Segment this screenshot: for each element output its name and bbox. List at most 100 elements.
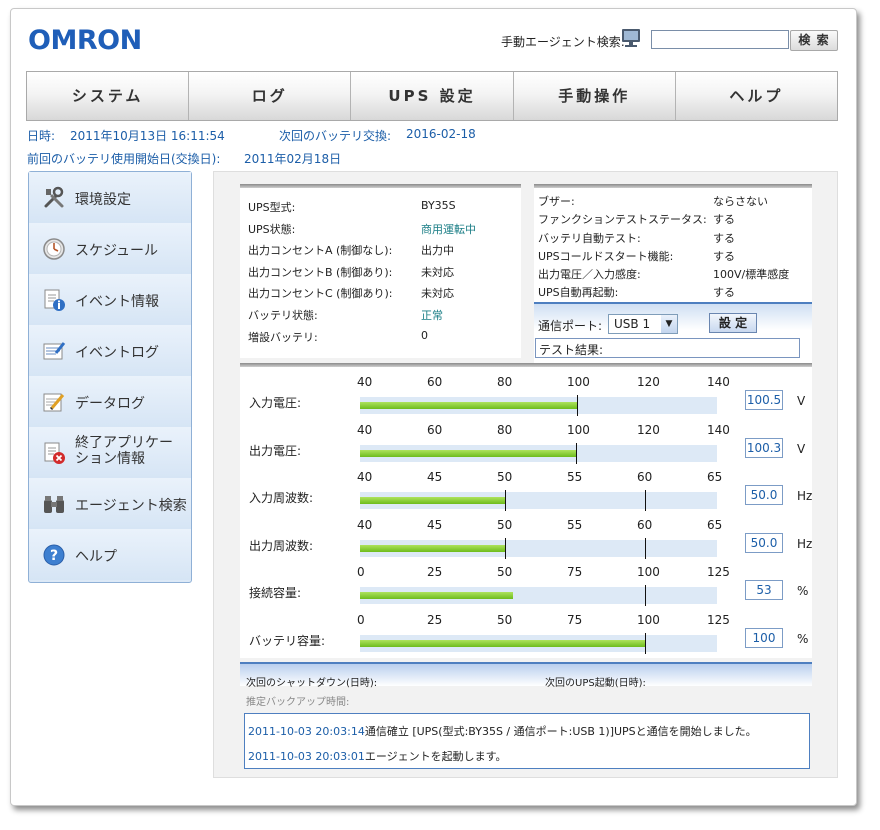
tools-icon [44,186,64,208]
meter-label: 接続容量: [249,586,302,600]
meter-marker [645,585,646,606]
meter-tick-label: 45 [427,470,443,484]
sidebar-item-event-info[interactable]: イベント情報 [29,274,191,326]
nav-manual-operation[interactable]: 手動操作 [512,72,675,120]
meter-tick-label: 55 [567,518,583,532]
meter-tick-label: 40 [357,470,373,484]
meter-unit: % [797,632,809,646]
test-result-field: テスト結果: [535,338,800,358]
meter-tick-label: 120 [637,375,660,389]
setting-label: ブザー: [538,195,575,208]
status-value: 未対応 [421,287,454,300]
log-timestamp: 2011-10-03 20:03:01 [248,750,365,763]
setting-value: する [713,250,735,263]
log-timestamp: 2011-10-03 20:03:14 [248,725,365,738]
binoculars-icon [44,496,64,513]
meter-tick-label: 140 [707,375,730,389]
meter-tick-label: 60 [427,375,443,389]
setting-value: する [713,286,735,299]
meter-fill [360,545,505,552]
meter-label: 出力電圧: [249,444,302,458]
status-label: UPS状態: [248,223,296,236]
meter-tick-label: 100 [637,613,660,627]
meter-tick-label: 80 [497,375,513,389]
sidebar-item-label-line2: ション情報 [75,451,145,467]
meter-fill [360,402,577,409]
meter-unit: V [797,442,806,456]
meter-tick-label: 120 [637,423,660,437]
log-entry: 2011-10-03 20:03:14通信確立 [UPS(型式:BY35S / … [248,723,757,739]
meter-marker [645,538,646,559]
meter-tick-label: 75 [567,565,583,579]
meter-tick-label: 60 [637,470,653,484]
chevron-down-icon: ▼ [661,315,677,333]
nav-system[interactable]: システム [27,72,188,120]
meter-marker [576,443,578,464]
meter-tick-label: 0 [357,565,365,579]
agent-search-input[interactable] [651,30,789,49]
nav-help[interactable]: ヘルプ [674,72,837,120]
sidebar-item-label: イベント情報 [75,294,159,310]
event-info-icon [44,289,65,311]
meter-label: バッテリ容量: [249,634,326,648]
meter-tick-label: 65 [707,470,723,484]
meter-marker [505,538,506,559]
meter-tick-label: 40 [357,518,373,532]
meter-tick-label: 50 [497,565,513,579]
meter-tick-label: 50 [497,470,513,484]
search-button[interactable]: 検 索 [790,30,838,51]
shutdown-app-icon [44,442,65,464]
meter-label: 入力周波数: [249,491,314,505]
meter-marker [645,490,646,511]
sidebar-item-event-log[interactable]: イベントログ [29,325,191,377]
meter-fill [360,497,505,504]
meter-unit: Hz [797,537,813,551]
sidebar-item-help[interactable]: ? ヘルプ [29,529,191,580]
data-log-icon [43,393,65,412]
meter-marker [505,490,506,511]
next-battery-value: 2016-02-18 [406,127,476,141]
last-battery-label: 前回のバッテリ使用開始日(交換日): [27,152,221,166]
status-label: 出力コンセントA (制御なし): [248,244,393,257]
agent-search-label: 手動エージェント検索: [501,35,625,49]
sidebar-item-shutdown-app[interactable]: 終了アプリケー ション情報 [29,427,191,479]
meter-tick-label: 65 [707,518,723,532]
sidebar-item-schedule[interactable]: スケジュール [29,223,191,275]
meter-tick-label: 60 [427,423,443,437]
sidebar-item-data-log[interactable]: データログ [29,376,191,428]
log-message: 通信確立 [UPS(型式:BY35S / 通信ポート:USB 1)]UPSと通信… [364,725,757,738]
help-icon: ? [43,544,65,566]
status-value: 未対応 [421,266,454,279]
meter-tick-label: 40 [357,375,373,389]
meter-value: 50.0 [745,485,783,505]
status-label: 出力コンセントC (制御あり): [248,287,393,300]
meter-tick-label: 45 [427,518,443,532]
event-log-icon [43,342,66,360]
meter-tick-label: 40 [357,423,373,437]
meter-fill [360,640,645,647]
sidebar-item-label: スケジュール [75,243,159,259]
meter-tick-label: 125 [707,613,730,627]
nav-log[interactable]: ログ [188,72,350,120]
set-button[interactable]: 設 定 [709,313,757,333]
nav-ups-settings[interactable]: UPS 設定 [350,72,512,120]
sidebar-item-label-line1: 終了アプリケー [75,435,173,451]
log-message: エージェントを起動します。 [364,750,507,763]
meter-tick-label: 75 [567,613,583,627]
meter-tick-label: 100 [567,375,590,389]
status-value: 0 [421,329,428,342]
status-label: 増設バッテリ: [248,331,318,344]
sidebar-item-label: イベントログ [75,345,159,361]
meter-value: 100.3 [745,438,783,458]
main-nav: システム ログ UPS 設定 手動操作 ヘルプ [26,71,838,121]
port-select[interactable]: USB 1 ▼ [608,314,678,334]
log-entry: 2011-10-03 20:03:01エージェントを起動します。 [248,748,507,764]
status-label: 出力コンセントB (制御あり): [248,266,393,279]
meter-tick-label: 0 [357,613,365,627]
last-battery-value: 2011年02月18日 [244,152,342,166]
sidebar-item-agent-search[interactable]: エージェント検索 [29,478,191,530]
sidebar-item-label: データログ [75,396,145,412]
sidebar-item-environment[interactable]: 環境設定 [29,172,191,224]
meter-tick-label: 50 [497,613,513,627]
test-result-label: テスト結果: [539,343,604,357]
